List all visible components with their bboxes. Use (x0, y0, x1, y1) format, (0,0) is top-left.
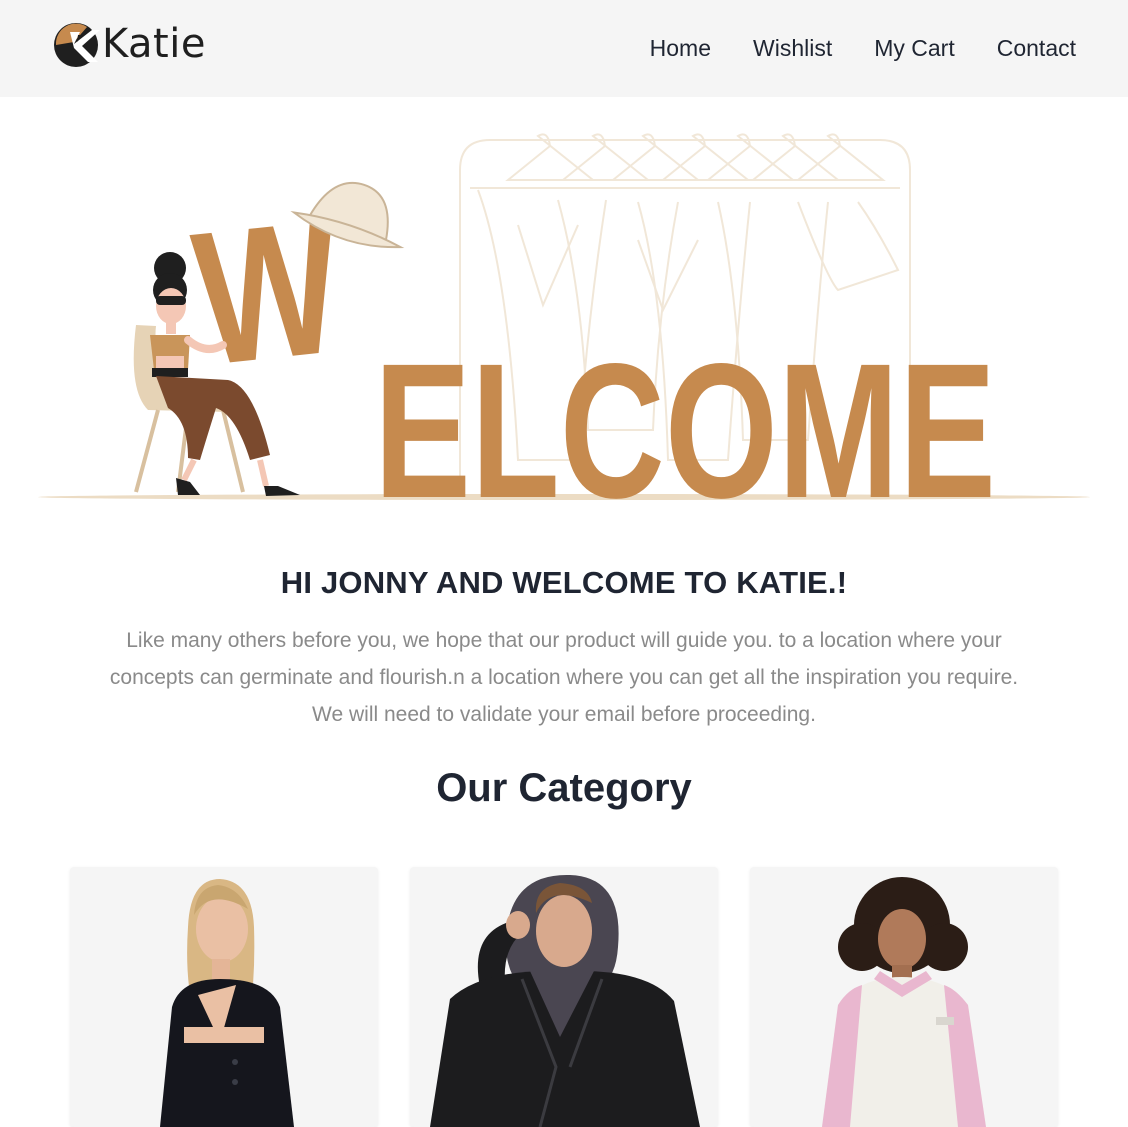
category-card-women-varsity[interactable] (750, 867, 1058, 1127)
katie-logo-icon (54, 23, 100, 67)
greeting-text: Like many others before you, we hope tha… (109, 629, 1019, 726)
brand-name: Katie (102, 21, 206, 67)
nav-contact[interactable]: Contact (997, 34, 1076, 62)
main-nav: Home Wishlist My Cart Contact (650, 34, 1076, 62)
welcome-illustration: W ELCOME (38, 133, 1090, 510)
category-card-men-jacket[interactable] (410, 867, 718, 1127)
woman-black-crop-jacket-photo (160, 879, 294, 1127)
welcome-elcome-letters: ELCOME (374, 323, 996, 510)
greeting-title: HI JONNY AND WELCOME TO KATIE.! (280, 565, 848, 600)
nav-home[interactable]: Home (650, 34, 711, 62)
woman-varsity-jacket-photo (822, 877, 986, 1127)
top-navbar: Katie Home Wishlist My Cart Contact (0, 0, 1128, 97)
brand-logo[interactable]: Katie (52, 18, 206, 70)
nav-wishlist[interactable]: Wishlist (753, 34, 832, 62)
nav-my-cart[interactable]: My Cart (874, 34, 955, 62)
man-leather-jacket-hoodie-photo (430, 874, 700, 1127)
category-section-title: Our Category (436, 766, 692, 810)
category-card-women-jacket[interactable] (70, 867, 378, 1127)
welcome-banner: W ELCOME (38, 130, 1090, 510)
